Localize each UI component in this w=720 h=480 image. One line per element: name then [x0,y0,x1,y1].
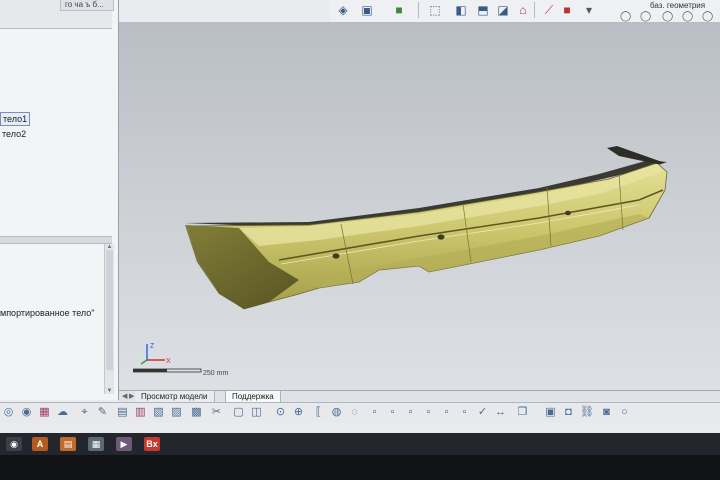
monitor-bezel [0,455,720,480]
tree-item-body2[interactable]: тело2 [0,128,28,140]
page-tool-3-icon[interactable]: ▫ [404,406,417,419]
rotate-tool-icon[interactable]: ◉ [20,406,33,419]
model-tree-tab[interactable]: го ча ъ б... [60,0,114,11]
copy-tool-icon[interactable]: ❐ [516,406,529,419]
toolbar-separator [418,2,419,18]
scale-bar-label: 250 mm [203,370,229,377]
edit-tool-icon[interactable]: ✎ [96,406,109,419]
fill-tool-icon[interactable]: ▣ [544,406,557,419]
toolbar-separator [534,2,535,18]
extend-tool-icon[interactable]: ↔ [494,406,507,419]
geometry-button-2-icon[interactable]: ◯ [640,12,651,22]
mesh-tool-icon[interactable]: ▦ [38,406,51,419]
z-axis-label: Z [150,343,155,350]
geometry-button-4-icon[interactable]: ◯ [682,12,693,22]
page-tool-1-icon[interactable]: ▫ [368,406,381,419]
scale-tool-icon[interactable]: ⌖ [78,406,91,419]
page-tool-2-icon[interactable]: ▫ [386,406,399,419]
cloud-tool-icon[interactable]: ☁ [56,406,69,419]
home-view-icon[interactable]: ⌂ [516,3,530,17]
search-tool-icon[interactable]: ⊙ [274,406,287,419]
box-icon[interactable]: ▣ [360,3,374,17]
media-app-icon[interactable]: ▶ [116,437,132,451]
select-tool-icon[interactable]: ◎ [2,406,15,419]
scroll-thumb[interactable] [106,250,113,370]
red-square-icon[interactable]: ■ [560,3,574,17]
bumper-model[interactable] [119,22,720,390]
measure-tool-icon[interactable]: ▥ [134,406,147,419]
grid-tool-icon[interactable]: ▤ [116,406,129,419]
dropdown-icon[interactable]: ▾ [582,3,596,17]
pattern-tool-icon[interactable]: ▧ [152,406,165,419]
imported-body-label: мпортированное тело" [0,308,95,318]
windows-start-icon[interactable]: ◉ [6,437,22,451]
model-tree-panel: го ча ъ б... тело1 тело2 мпортированное … [0,0,119,400]
tab-next-arrow-icon[interactable]: ▶ [129,392,134,400]
chain-tool-icon[interactable]: ⛓ [580,406,594,419]
check-tool-icon[interactable]: ✓ [476,406,489,419]
hide-tool-icon[interactable]: ◫ [250,406,263,419]
page-tool-4-icon[interactable]: ▫ [422,406,435,419]
bx-app-icon[interactable]: Bx [144,437,160,451]
os-taskbar: ◉ A ▤ ▦ ▶ Bx [0,433,720,455]
scale-bar [133,368,202,373]
snap-tool-icon[interactable]: ◍ [330,406,343,419]
iso-view-icon[interactable]: ◪ [496,3,510,17]
scroll-down-arrow-icon[interactable]: ▼ [105,388,114,394]
document-app-icon[interactable]: ▤ [60,437,76,451]
geometry-button-1-icon[interactable]: ◯ [620,12,631,22]
line-tool-icon[interactable]: ⟋ [542,3,556,17]
model-tree-header: го ча ъ б... [0,0,114,29]
circle-tool-icon[interactable]: ◌ [348,406,361,419]
bracket-tool-icon[interactable]: ⟦ [312,406,325,419]
x-axis-label: X [166,358,171,365]
display-tool-icon[interactable]: ▢ [232,406,245,419]
link-tool-icon[interactable]: ⊕ [292,406,305,419]
surface-tool-icon[interactable]: ▩ [190,406,203,419]
box-tool-icon[interactable]: ◙ [600,406,613,419]
page-tool-5-icon[interactable]: ▫ [440,406,453,419]
section-tool-icon[interactable]: ▨ [170,406,183,419]
panel-splitter[interactable] [0,236,112,244]
screen: го ча ъ б... тело1 тело2 мпортированное … [0,0,720,480]
geometry-button-5-icon[interactable]: ◯ [702,12,713,22]
cut-tool-icon[interactable]: ✂ [210,406,223,419]
tab-prev-arrow-icon[interactable]: ◀ [122,392,127,400]
image-app-icon[interactable]: ▦ [88,437,104,451]
view-cube-icon[interactable]: ◈ [336,3,350,17]
bottom-toolbar: ◎ ◉ ▦ ☁ ⌖ ✎ ▤ ▥ ▧ ▨ ▩ ✂ ▢ ◫ ⊙ ⊕ ⟦ ◍ ◌ ▫ … [0,402,720,423]
properties-scrollbar[interactable]: ▲ ▼ [104,244,114,394]
3d-viewport[interactable]: Z X 250 mm [119,22,720,390]
page-tool-6-icon[interactable]: ▫ [458,406,471,419]
geometry-button-3-icon[interactable]: ◯ [662,12,673,22]
axis-triad: Z X [140,343,171,365]
left-view-icon[interactable]: ◧ [454,3,468,17]
adobe-app-icon[interactable]: A [32,437,48,451]
top-view-icon[interactable]: ⬒ [476,3,490,17]
geometry-section-label: баз. геометрия [650,1,706,10]
front-view-icon[interactable]: ⬚ [428,3,442,17]
layer-tool-icon[interactable]: ◘ [562,406,575,419]
color-cube-icon[interactable]: ■ [392,3,406,17]
tree-item-body1[interactable]: тело1 [0,112,31,126]
ring-tool-icon[interactable]: ○ [618,406,631,419]
